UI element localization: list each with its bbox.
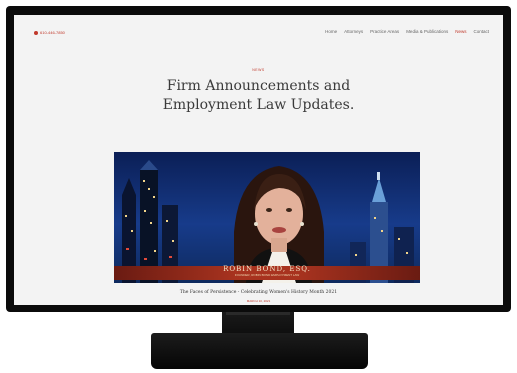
main-nav: Home Attorneys Practice Areas Media & Pu… <box>325 29 489 34</box>
page-headline: Firm Announcements and Employment Law Up… <box>14 77 503 115</box>
headline-line-1: Firm Announcements and <box>166 78 351 94</box>
section-tag: NEWS <box>252 68 265 72</box>
nav-item-media-publications[interactable]: Media & Publications <box>406 29 448 34</box>
monitor-stand-rim <box>226 312 290 315</box>
video-player[interactable]: ROBIN BOND, ESQ. FOUNDER, ROBIN BOND EMP… <box>114 152 420 283</box>
monitor-screen: 610-446-7850 Home Attorneys Practice Are… <box>14 15 503 305</box>
nav-item-practice-areas[interactable]: Practice Areas <box>370 29 399 34</box>
presenter-image <box>234 166 324 283</box>
phone-number: 610-446-7850 <box>40 30 65 35</box>
nav-item-home[interactable]: Home <box>325 29 337 34</box>
video-caption-title[interactable]: The Faces of Persistence - Celebrating W… <box>14 290 503 295</box>
lower-third-name: ROBIN BOND, ESQ. <box>223 265 311 273</box>
nav-item-news[interactable]: News <box>455 29 466 34</box>
video-caption-date: MARCH 10, 2021 <box>246 299 271 303</box>
lower-third-title: FOUNDER, ROBIN BOND EMPLOYMENT LAW <box>234 273 300 277</box>
monitor-bezel: 610-446-7850 Home Attorneys Practice Are… <box>6 6 511 312</box>
nav-item-contact[interactable]: Contact <box>473 29 489 34</box>
phone-link[interactable]: 610-446-7850 <box>34 30 65 35</box>
phone-icon <box>34 30 38 35</box>
headline-line-2: Employment Law Updates. <box>162 97 355 113</box>
site-header: 610-446-7850 Home Attorneys Practice Are… <box>14 15 503 55</box>
monitor-stand-base <box>151 333 368 369</box>
nav-item-attorneys[interactable]: Attorneys <box>344 29 363 34</box>
